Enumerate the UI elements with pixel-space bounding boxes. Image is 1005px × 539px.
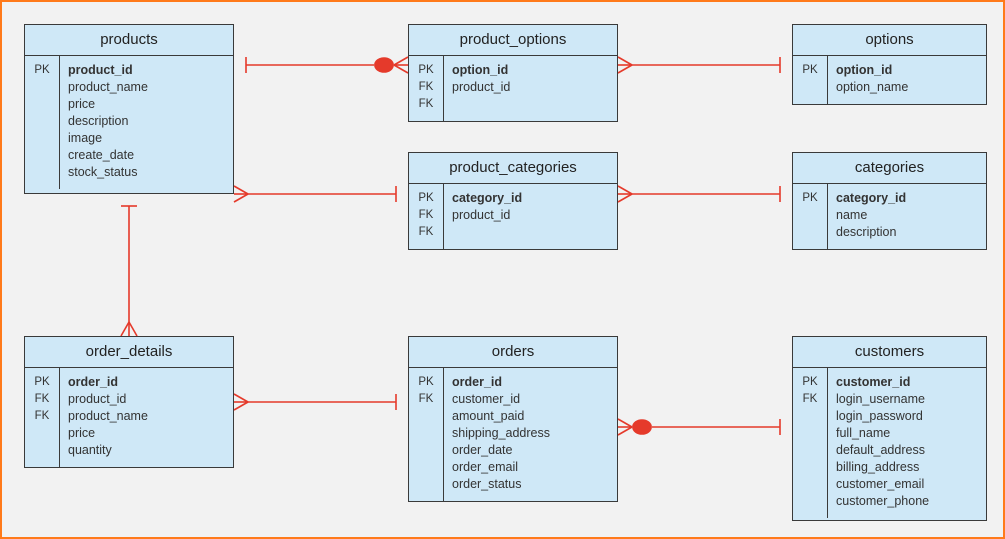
column: quantity (68, 442, 225, 459)
column: order_date (452, 442, 609, 459)
column: create_date (68, 147, 225, 164)
column (452, 224, 609, 241)
column: default_address (836, 442, 978, 459)
column: price (68, 425, 225, 442)
column: name (836, 207, 978, 224)
entity-orders: ordersPKFKorder_idcustomer_idamount_paid… (408, 336, 618, 502)
entity-title: product_categories (409, 153, 617, 184)
entity-customers: customersPKFKcustomer_idlogin_usernamelo… (792, 336, 987, 521)
column: order_email (452, 459, 609, 476)
entity-title: order_details (25, 337, 233, 368)
entity-title: products (25, 25, 233, 56)
entity-title: categories (793, 153, 986, 184)
column: customer_phone (836, 493, 978, 510)
column: customer_id (452, 391, 609, 408)
column: full_name (836, 425, 978, 442)
column: product_name (68, 79, 225, 96)
entity-products: productsPKproduct_idproduct_namepricedes… (24, 24, 234, 194)
column: product_name (68, 408, 225, 425)
column (452, 96, 609, 113)
column: product_id (452, 79, 609, 96)
column: option_id (836, 62, 978, 79)
column: billing_address (836, 459, 978, 476)
column: description (836, 224, 978, 241)
entity-order_details: order_detailsPKFKFKorder_idproduct_idpro… (24, 336, 234, 468)
column: option_name (836, 79, 978, 96)
column: price (68, 96, 225, 113)
entity-categories: categoriesPKcategory_idnamedescription (792, 152, 987, 250)
column: customer_id (836, 374, 978, 391)
column: category_id (452, 190, 609, 207)
column: product_id (68, 62, 225, 79)
column: option_id (452, 62, 609, 79)
entity-title: customers (793, 337, 986, 368)
column: login_username (836, 391, 978, 408)
entity-title: orders (409, 337, 617, 368)
column: category_id (836, 190, 978, 207)
entity-product_options: product_optionsPKFKFKoption_idproduct_id (408, 24, 618, 122)
column: product_id (68, 391, 225, 408)
column: customer_email (836, 476, 978, 493)
entity-options: optionsPKoption_idoption_name (792, 24, 987, 105)
column: shipping_address (452, 425, 609, 442)
entity-title: options (793, 25, 986, 56)
column: order_id (452, 374, 609, 391)
column: order_status (452, 476, 609, 493)
column: order_id (68, 374, 225, 391)
entity-title: product_options (409, 25, 617, 56)
column: login_password (836, 408, 978, 425)
column: amount_paid (452, 408, 609, 425)
er-diagram-canvas: productsPKproduct_idproduct_namepricedes… (0, 0, 1005, 539)
entity-product_categories: product_categoriesPKFKFKcategory_idprodu… (408, 152, 618, 250)
column: image (68, 130, 225, 147)
column: description (68, 113, 225, 130)
column: stock_status (68, 164, 225, 181)
column: product_id (452, 207, 609, 224)
